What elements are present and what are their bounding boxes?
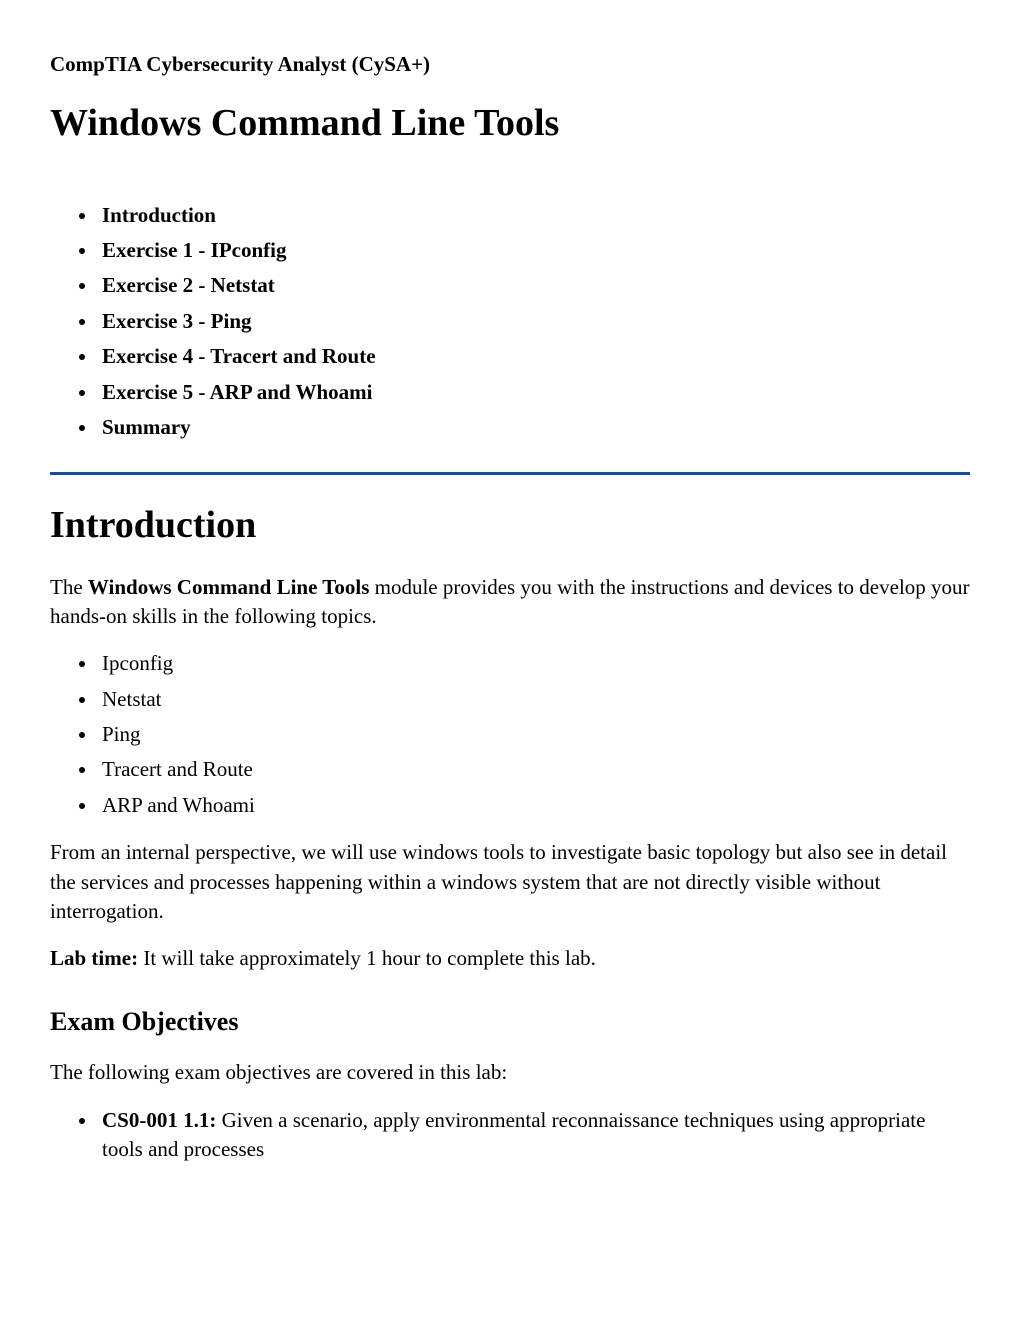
section-divider [50, 472, 970, 475]
text: The [50, 575, 88, 599]
toc-item[interactable]: Summary [98, 413, 970, 442]
objective-code: CS0-001 1.1: [102, 1108, 216, 1132]
intro-paragraph-1: The Windows Command Line Tools module pr… [50, 573, 970, 632]
topics-list: Ipconfig Netstat Ping Tracert and Route … [50, 649, 970, 820]
objective-text: Given a scenario, apply environmental re… [102, 1108, 925, 1161]
toc-item[interactable]: Introduction [98, 201, 970, 230]
exam-objectives-intro: The following exam objectives are covere… [50, 1058, 970, 1087]
toc-item[interactable]: Exercise 2 - Netstat [98, 271, 970, 300]
course-name: CompTIA Cybersecurity Analyst (CySA+) [50, 50, 970, 79]
exam-objective-item: CS0-001 1.1: Given a scenario, apply env… [98, 1106, 970, 1165]
table-of-contents: Introduction Exercise 1 - IPconfig Exerc… [50, 201, 970, 443]
intro-paragraph-2: From an internal perspective, we will us… [50, 838, 970, 926]
toc-item[interactable]: Exercise 3 - Ping [98, 307, 970, 336]
topic-item: Netstat [98, 685, 970, 714]
toc-item[interactable]: Exercise 5 - ARP and Whoami [98, 378, 970, 407]
toc-item[interactable]: Exercise 1 - IPconfig [98, 236, 970, 265]
lab-time: Lab time: It will take approximately 1 h… [50, 944, 970, 973]
toc-item[interactable]: Exercise 4 - Tracert and Route [98, 342, 970, 371]
lab-time-label: Lab time: [50, 946, 138, 970]
topic-item: ARP and Whoami [98, 791, 970, 820]
topic-item: Ping [98, 720, 970, 749]
exam-objectives-list: CS0-001 1.1: Given a scenario, apply env… [50, 1106, 970, 1165]
module-name: Windows Command Line Tools [88, 575, 369, 599]
topic-item: Tracert and Route [98, 755, 970, 784]
introduction-heading: Introduction [50, 499, 970, 552]
exam-objectives-heading: Exam Objectives [50, 1004, 970, 1040]
topic-item: Ipconfig [98, 649, 970, 678]
lab-time-text: It will take approximately 1 hour to com… [138, 946, 596, 970]
page-title: Windows Command Line Tools [50, 97, 970, 150]
